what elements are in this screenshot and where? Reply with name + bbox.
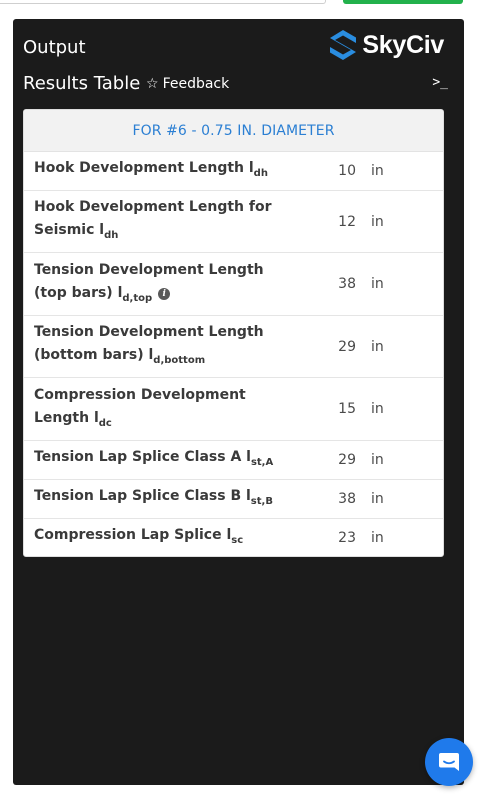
- top-input-edge[interactable]: [0, 0, 326, 4]
- info-icon[interactable]: i: [158, 287, 171, 300]
- table-row: Tension Development Length (top bars) ld…: [24, 253, 443, 316]
- row-unit: in: [371, 491, 384, 507]
- chat-button[interactable]: [425, 738, 473, 786]
- row-unit: in: [371, 401, 384, 417]
- row-label: Hook Development Length ldh: [34, 160, 268, 179]
- row-unit: in: [371, 163, 384, 179]
- table-row: Hook Development Length for Seismic ldh …: [24, 191, 443, 253]
- row-label: Compression Development Length ldc: [34, 386, 246, 429]
- row-value: 10: [338, 163, 356, 179]
- top-green-button-edge[interactable]: [343, 0, 463, 4]
- table-row: Compression Lap Splice lsc 23 in: [24, 519, 443, 556]
- table-header: FOR #6 - 0.75 IN. DIAMETER: [24, 110, 443, 152]
- table-row: Hook Development Length ldh 10 in: [24, 152, 443, 191]
- row-value: 12: [338, 213, 356, 230]
- row-value: 38: [338, 491, 356, 507]
- table-row: Tension Lap Splice Class B lst,B 38 in: [24, 480, 443, 519]
- star-icon: ☆: [146, 76, 159, 92]
- output-panel: Output SkyCiv Results Table ☆ Feedback >…: [13, 19, 464, 785]
- skyciv-logo-icon: [330, 30, 357, 60]
- output-title: Output: [23, 37, 86, 58]
- row-value: 29: [338, 338, 356, 355]
- feedback-button[interactable]: ☆ Feedback: [146, 76, 229, 92]
- row-label: Tension Development Length (top bars) ld…: [34, 261, 264, 304]
- results-table: FOR #6 - 0.75 IN. DIAMETER Hook Developm…: [23, 109, 444, 557]
- panel-header: Output SkyCiv: [23, 30, 444, 63]
- table-row: Compression Development Length ldc 15 in: [24, 378, 443, 441]
- skyciv-logo: SkyCiv: [329, 28, 444, 62]
- logo-text: SkyCiv: [362, 30, 444, 59]
- feedback-label: Feedback: [162, 76, 230, 92]
- top-strip: [0, 0, 482, 5]
- table-row: Tension Development Length (bottom bars)…: [24, 316, 443, 378]
- row-unit: in: [371, 452, 384, 468]
- row-unit: in: [371, 338, 384, 355]
- row-value: 38: [338, 276, 356, 292]
- row-label: Tension Lap Splice Class A lst,A: [34, 449, 274, 468]
- chat-icon: [439, 753, 459, 771]
- row-unit: in: [371, 529, 384, 546]
- row-value: 29: [338, 452, 356, 468]
- terminal-icon[interactable]: >_: [432, 75, 448, 90]
- row-value: 23: [338, 529, 356, 546]
- row-value: 15: [338, 401, 356, 417]
- row-label: Tension Development Length (bottom bars)…: [34, 324, 264, 366]
- row-label: Compression Lap Splice lsc: [34, 526, 244, 546]
- results-table-title: Results Table: [23, 73, 141, 94]
- row-unit: in: [371, 276, 384, 292]
- row-label: Hook Development Length for Seismic ldh: [34, 199, 272, 241]
- row-label: Tension Lap Splice Class B lst,B: [34, 488, 273, 507]
- table-row: Tension Lap Splice Class A lst,A 29 in: [24, 441, 443, 480]
- results-row: Results Table ☆ Feedback >_: [23, 73, 448, 97]
- row-unit: in: [371, 213, 384, 230]
